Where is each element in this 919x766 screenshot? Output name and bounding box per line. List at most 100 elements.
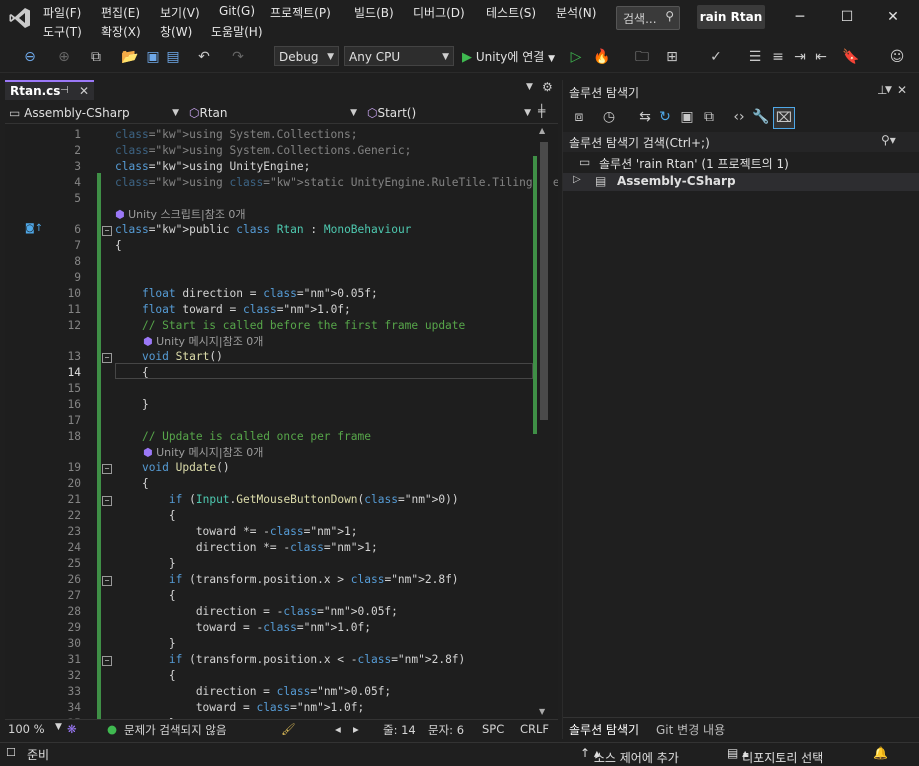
layout-icon[interactable]: ⊞ <box>662 47 682 67</box>
view-code-icon[interactable]: ‹› <box>729 107 749 127</box>
save-icon[interactable]: ▣ <box>143 47 163 67</box>
member-select[interactable]: ⬡Start() ▼ <box>363 103 535 123</box>
scroll-up-icon[interactable]: ▲ <box>539 126 545 135</box>
code-line[interactable]: 23 toward *= -class="nm">1; <box>5 525 535 541</box>
global-search-box[interactable]: 검색... ⚲ <box>616 6 680 30</box>
issues-status[interactable]: 문제가 검색되지 않음 <box>124 722 227 738</box>
search-icon[interactable]: ⚲▾ <box>881 133 896 147</box>
code-line[interactable]: 19 − void Update() <box>5 461 535 477</box>
code-line[interactable]: 8 <box>5 255 535 271</box>
switch-views-icon[interactable]: ⧈ <box>569 107 589 127</box>
menu-test[interactable]: 테스트(S) <box>486 4 536 21</box>
code-line[interactable]: 5 <box>5 192 535 208</box>
menu-edit[interactable]: 편집(E) <box>101 4 140 21</box>
start-without-debug-icon[interactable]: ▷ <box>566 47 586 67</box>
uncomment-icon[interactable]: ≡ <box>768 47 788 67</box>
code-line[interactable]: 29 toward = -class="nm">1.0f; <box>5 621 535 637</box>
collapse-region-icon[interactable]: − <box>102 576 112 586</box>
tab-solution-explorer[interactable]: 솔루션 탐색기 <box>569 721 639 738</box>
menu-file[interactable]: 파일(F) <box>43 4 81 21</box>
feedback-icon[interactable]: ☺ <box>887 47 907 67</box>
preview-selected-icon[interactable]: ⌧ <box>773 107 795 129</box>
menu-tools[interactable]: 도구(T) <box>43 23 82 40</box>
codelens-hint[interactable]: ⬢ Unity 메시지|참조 0개 <box>143 333 263 348</box>
code-line[interactable]: 16 } <box>5 398 535 414</box>
hot-reload-icon[interactable]: 🔥 <box>592 47 612 67</box>
save-all-icon[interactable]: ▤ <box>163 47 183 67</box>
close-window-button[interactable]: ✕ <box>870 0 916 34</box>
collapse-all-icon[interactable]: ▣ <box>677 107 697 127</box>
code-line[interactable]: 10 float direction = class="nm">0.05f; <box>5 287 535 303</box>
menu-git[interactable]: Git(G) <box>219 4 255 18</box>
code-line[interactable]: 13 − void Start() <box>5 350 535 366</box>
code-line[interactable]: 26 − if (transform.position.x > class="nm… <box>5 573 535 589</box>
back-icon[interactable]: ⊖ <box>20 47 40 67</box>
code-line[interactable]: 27 { <box>5 589 535 605</box>
close-panel-icon[interactable]: ✕ <box>897 83 907 97</box>
code-editor[interactable]: ◙↑ 1 class="kw">using System.Collections;… <box>5 124 558 719</box>
cleanup-brush-icon[interactable]: 🖌 <box>281 722 296 736</box>
platform-select[interactable]: Any CPU ▼ <box>344 46 454 66</box>
notifications-bell-icon[interactable]: 🔔 <box>873 746 888 760</box>
menu-debug[interactable]: 디버그(D) <box>413 4 465 21</box>
code-line[interactable]: 20 { <box>5 477 535 493</box>
scrollbar-thumb[interactable] <box>540 142 548 420</box>
sync-with-document-icon[interactable]: ⇆ <box>635 107 655 127</box>
code-line[interactable]: 33 direction = class="nm">0.05f; <box>5 685 535 701</box>
new-project-icon[interactable]: ⧉ <box>86 47 106 67</box>
open-folder-icon[interactable]: 📂 <box>120 47 140 67</box>
close-tab-icon[interactable]: ✕ <box>79 82 89 100</box>
project-scope-select[interactable]: ▭ Assembly-CSharp ▼ <box>5 103 183 123</box>
code-line[interactable]: 30 } <box>5 637 535 653</box>
zoom-level[interactable]: 100 % <box>8 722 45 736</box>
next-issue-icon[interactable]: ▸ <box>353 722 359 736</box>
outdent-icon[interactable]: ⇤ <box>811 47 831 67</box>
collapse-region-icon[interactable]: − <box>102 353 112 363</box>
collapse-region-icon[interactable]: − <box>102 656 112 666</box>
menu-analyze[interactable]: 분석(N) <box>556 4 596 21</box>
codelens-hint[interactable]: ⬢ Unity 메시지|참조 0개 <box>143 444 263 459</box>
code-line[interactable]: 12 // Start is called before the first f… <box>5 319 535 335</box>
visual-studio-logo-icon[interactable] <box>8 6 32 30</box>
tab-git-changes[interactable]: Git 변경 내용 <box>656 721 725 738</box>
scroll-down-icon[interactable]: ▼ <box>539 707 545 716</box>
line-indicator[interactable]: 줄: 14 <box>383 722 416 738</box>
class-select[interactable]: ⬡Rtan ▼ <box>185 103 361 123</box>
menu-window[interactable]: 창(W) <box>160 23 192 40</box>
indent-icon[interactable]: ⇥ <box>790 47 810 67</box>
project-node[interactable]: ▷ ▤ Assembly-CSharp <box>563 173 919 191</box>
maximize-button[interactable]: ☐ <box>824 0 870 34</box>
code-line[interactable]: 14 { <box>5 366 535 382</box>
code-line[interactable]: 34 toward = class="nm">1.0f; <box>5 701 535 717</box>
pin-icon[interactable]: ⊣ <box>60 82 69 100</box>
intellicode-icon[interactable]: ❋ <box>67 722 77 736</box>
menu-extensions[interactable]: 확장(X) <box>101 23 141 40</box>
gear-icon[interactable]: ⚙ <box>542 80 553 94</box>
line-ending-indicator[interactable]: CRLF <box>520 722 549 736</box>
codelens-hint[interactable]: ⬢ Unity 스크립트|참조 0개 <box>115 206 246 221</box>
code-line[interactable]: 3 class="kw">using UnityEngine; <box>5 160 535 176</box>
show-all-files-icon[interactable]: ⧉ <box>699 107 719 127</box>
code-line[interactable]: 17 <box>5 414 535 430</box>
code-line[interactable]: 28 direction = -class="nm">0.05f; <box>5 605 535 621</box>
code-line[interactable]: 24 direction *= -class="nm">1; <box>5 541 535 557</box>
undo-icon[interactable]: ↶ <box>194 47 214 67</box>
forward-icon[interactable]: ⊕ <box>54 47 74 67</box>
toggle-comment-icon[interactable]: ☰ <box>745 47 765 67</box>
collapse-region-icon[interactable]: − <box>102 496 112 506</box>
whitespace-indicator[interactable]: SPC <box>482 722 504 736</box>
menu-view[interactable]: 보기(V) <box>160 4 200 21</box>
refresh-icon[interactable]: ↻ <box>655 107 675 127</box>
code-line[interactable]: 31 − if (transform.position.x < -class="n… <box>5 653 535 669</box>
code-line[interactable]: 22 { <box>5 509 535 525</box>
column-indicator[interactable]: 문자: 6 <box>428 722 464 738</box>
configuration-select[interactable]: Debug ▼ <box>274 46 339 66</box>
collapse-region-icon[interactable]: − <box>102 226 112 236</box>
menu-help[interactable]: 도움말(H) <box>211 23 263 40</box>
expand-arrow-icon[interactable]: ▷ <box>573 174 581 185</box>
bookmark-icon[interactable]: 🔖 <box>841 47 861 67</box>
solution-folder-icon[interactable]: 🗀 <box>632 47 652 67</box>
redo-icon[interactable]: ↷ <box>228 47 248 67</box>
prev-issue-icon[interactable]: ◂ <box>335 722 341 736</box>
menu-build[interactable]: 빌드(B) <box>354 4 394 21</box>
